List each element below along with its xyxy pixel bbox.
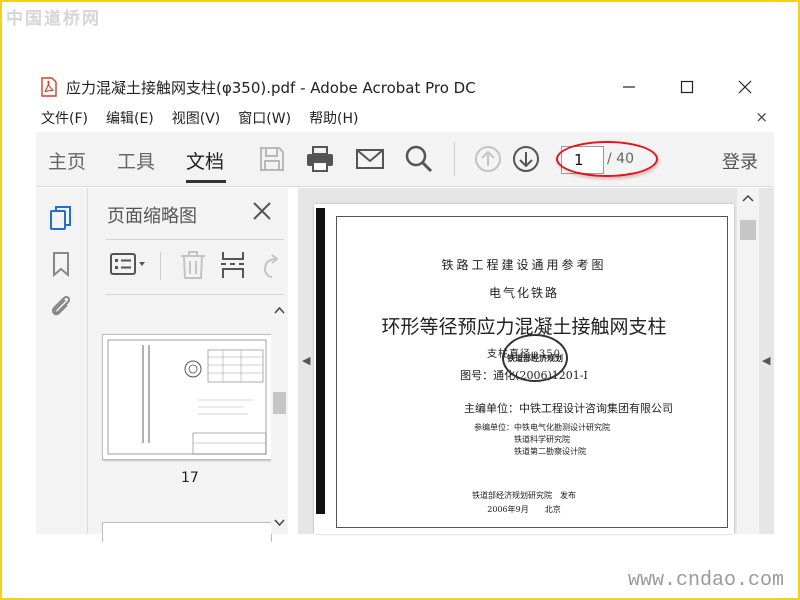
maximize-icon [680, 80, 694, 94]
email-icon[interactable] [354, 143, 386, 175]
tool-separator [160, 252, 161, 280]
tab-tools[interactable]: 工具 [117, 147, 155, 174]
page-thumbnail[interactable] [102, 334, 272, 460]
minimize-icon [623, 86, 635, 88]
search-icon[interactable] [403, 143, 435, 175]
minimize-button[interactable] [600, 72, 658, 102]
save-icon[interactable] [256, 143, 288, 175]
page-down-icon[interactable] [510, 143, 542, 175]
thumbnail-drawing [107, 339, 267, 455]
doc-participant: 铁道科学研究院 [514, 435, 570, 444]
active-tab-indicator [186, 180, 226, 183]
doc-date: 2006年9月 北京 [487, 505, 561, 514]
document-scrollbar[interactable] [737, 188, 759, 534]
doc-subheading: 电气化铁路 [488, 286, 559, 300]
thumbnail-page-number: 17 [181, 470, 199, 486]
signin-button[interactable]: 登录 [722, 148, 758, 174]
window-title: 应力混凝土接触网支柱(φ350).pdf - Adobe Acrobat Pro… [66, 78, 476, 97]
collapse-left-arrow[interactable]: ◀ [302, 354, 310, 367]
thumbnails-panel-title: 页面缩略图 [107, 206, 197, 227]
page-number-highlight-ellipse [556, 141, 658, 177]
menu-view[interactable]: 视图(V) [172, 108, 221, 128]
scan-edge [316, 208, 325, 514]
close-icon [738, 80, 752, 94]
official-stamp: 铁道部经济规划研究院 [502, 334, 568, 382]
menu-window[interactable]: 窗口(W) [238, 108, 291, 128]
menu-close-button[interactable]: × [755, 108, 768, 126]
toolbar-separator [454, 142, 455, 176]
scrollbar-thumb[interactable] [740, 220, 756, 240]
page-thumbnail[interactable] [102, 522, 272, 542]
divider [106, 294, 284, 295]
doc-publisher: 铁道部经济规划研究院 发布 [472, 491, 576, 500]
page-up-icon[interactable] [472, 143, 504, 175]
chevron-down-icon[interactable] [274, 519, 285, 527]
bookmark-icon[interactable] [48, 250, 74, 278]
watermark-top-left: 中国道桥网 [6, 9, 101, 29]
rotate-page-icon[interactable] [260, 249, 280, 281]
doc-editor: 主编单位：中铁工程设计咨询集团有限公司 [464, 402, 673, 415]
menu-edit[interactable]: 编辑(E) [106, 108, 154, 128]
pdf-page: 铁路工程建设通用参考图 电气化铁路 环形等径预应力混凝土接触网支柱 支柱直径φ3… [314, 204, 734, 534]
toolbar: 主页 工具 文档 1 / 40 登录 [36, 132, 774, 187]
title-bar: 应力混凝土接触网支柱(φ350).pdf - Adobe Acrobat Pro… [36, 72, 774, 102]
thumbnail-options-icon[interactable] [108, 249, 148, 281]
close-window-button[interactable] [716, 72, 774, 102]
page-thumbnails-icon[interactable] [48, 204, 74, 232]
doc-participant: 铁道第二勘察设计院 [514, 447, 586, 456]
doc-participant: 参编单位：中铁电气化勘测设计研究院 [474, 423, 610, 432]
maximize-button[interactable] [658, 72, 716, 102]
chevron-up-icon[interactable] [742, 194, 754, 202]
tab-home[interactable]: 主页 [48, 147, 86, 174]
menu-help[interactable]: 帮助(H) [309, 108, 358, 128]
attachment-icon[interactable] [48, 292, 74, 320]
menu-bar: 文件(F) 编辑(E) 视图(V) 窗口(W) 帮助(H) × [36, 106, 774, 130]
divider [106, 239, 284, 240]
scrollbar-thumb[interactable] [273, 392, 286, 414]
thumbnails-scrollbar[interactable] [271, 300, 288, 534]
print-icon[interactable] [304, 143, 336, 175]
doc-heading: 铁路工程建设通用参考图 [441, 258, 607, 272]
insert-page-icon[interactable] [218, 249, 252, 281]
document-viewer: ◀ 铁路工程建设通用参考图 电气化铁路 环形等径预应力混凝土接触网支柱 支柱直径… [298, 188, 774, 534]
collapse-right-arrow[interactable]: ◀ [762, 354, 770, 367]
thumbnails-panel: 页面缩略图 17 [88, 188, 288, 542]
chevron-up-icon[interactable] [274, 306, 285, 314]
pdf-file-icon [41, 77, 57, 97]
tab-document[interactable]: 文档 [186, 147, 224, 174]
delete-page-icon[interactable] [176, 249, 210, 281]
close-panel-icon[interactable] [251, 200, 273, 222]
left-navigation-rail [36, 188, 88, 534]
watermark-bottom-right: www.cndao.com [627, 569, 784, 592]
menu-file[interactable]: 文件(F) [41, 108, 88, 128]
